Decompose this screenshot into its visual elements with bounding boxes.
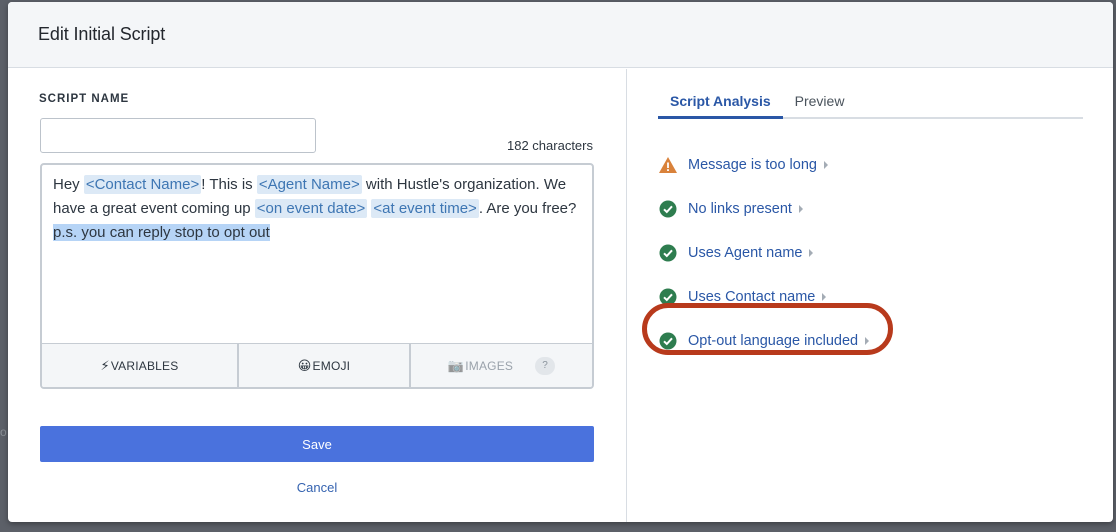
analysis-item-label: Uses Contact name (688, 289, 816, 305)
edit-script-modal: Edit Initial Script SCRIPT NAME 182 char… (8, 2, 1113, 522)
analysis-item-contact-name[interactable]: Uses Contact name (658, 275, 869, 319)
warning-icon (659, 157, 677, 173)
caret-right-icon (809, 249, 814, 257)
variable-tag: <Contact Name> (83, 175, 202, 194)
save-button[interactable]: Save (40, 426, 594, 462)
analysis-pane: Script Analysis Preview Message is too l… (627, 69, 1113, 522)
script-name-label: SCRIPT NAME (39, 93, 130, 105)
lightning-icon: ⚡ (100, 357, 110, 373)
check-circle-icon (659, 288, 677, 306)
images-help-badge[interactable]: ? (535, 356, 556, 375)
variable-tag: <on event date> (254, 199, 368, 218)
variables-button[interactable]: ⚡ VARIABLES (42, 344, 239, 387)
selected-text: p.s. you can reply stop to opt out (53, 224, 270, 241)
editor-toolbar: ⚡ VARIABLES 😀 EMOJI 📷 IMAGES ? (42, 343, 592, 387)
emoji-button[interactable]: 😀 EMOJI (239, 344, 411, 387)
script-name-input[interactable] (40, 118, 316, 153)
script-text-segment: ! This is (201, 176, 257, 193)
variable-tag: <Agent Name> (256, 175, 362, 194)
caret-right-icon (865, 337, 870, 345)
analysis-item-message-length[interactable]: Message is too long (658, 143, 869, 187)
camera-icon: 📷 (447, 357, 465, 373)
analysis-item-label: Message is too long (688, 157, 817, 173)
tab-script-analysis[interactable]: Script Analysis (658, 81, 783, 119)
analysis-item-label: No links present (688, 201, 792, 217)
caret-right-icon (823, 161, 828, 169)
check-circle-icon (659, 244, 677, 262)
analysis-list: Message is too long No links present Use… (658, 143, 870, 363)
tab-preview[interactable]: Preview (783, 81, 857, 117)
character-count: 182 characters (507, 138, 593, 153)
script-editor-pane: SCRIPT NAME 182 characters Hey <Contact … (8, 69, 627, 522)
analysis-item-label: Opt-out language included (688, 333, 859, 349)
script-text-segment: . Are you free? (478, 200, 577, 217)
caret-right-icon (798, 205, 803, 213)
analysis-item-agent-name[interactable]: Uses Agent name (658, 231, 869, 275)
script-text-segment: Hey (53, 176, 84, 193)
caret-right-icon (822, 293, 827, 301)
modal-body: SCRIPT NAME 182 characters Hey <Contact … (8, 69, 1113, 522)
smiley-icon: 😀 (297, 357, 312, 373)
check-circle-icon (659, 200, 677, 218)
analysis-item-no-links[interactable]: No links present (658, 187, 869, 231)
analysis-tabs: Script Analysis Preview (658, 81, 1083, 119)
images-button[interactable]: 📷 IMAGES ? (411, 344, 592, 387)
images-label: IMAGES (465, 358, 514, 373)
modal-header: Edit Initial Script (8, 2, 1113, 68)
script-text[interactable]: Hey <Contact Name>! This is <Agent Name>… (53, 173, 578, 245)
cancel-link[interactable]: Cancel (40, 480, 594, 495)
check-circle-icon (659, 332, 677, 350)
variable-tag: <at event time> (371, 199, 479, 218)
modal-title: Edit Initial Script (38, 24, 166, 44)
script-editor[interactable]: Hey <Contact Name>! This is <Agent Name>… (40, 163, 594, 389)
analysis-item-opt-out[interactable]: Opt-out language included (658, 319, 870, 363)
emoji-label: EMOJI (312, 358, 351, 373)
analysis-item-label: Uses Agent name (688, 245, 803, 261)
variables-label: VARIABLES (110, 358, 179, 373)
